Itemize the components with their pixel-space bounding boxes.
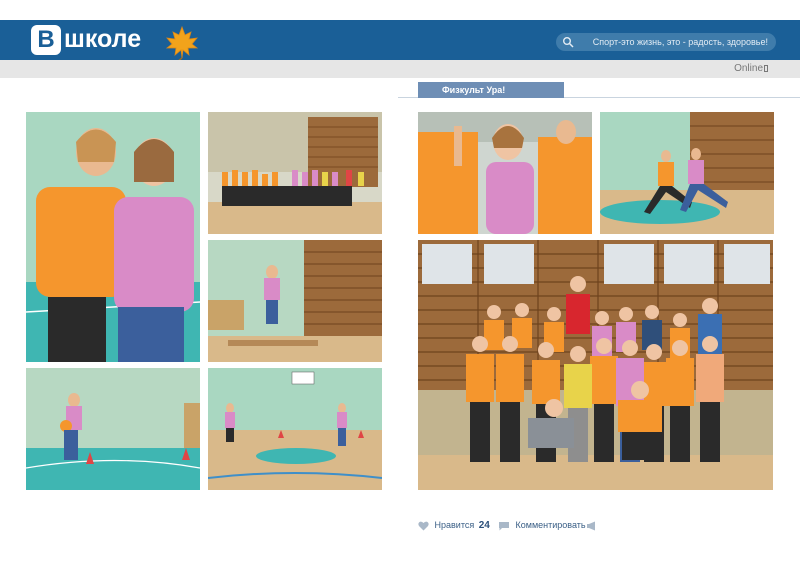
like-count: 24 xyxy=(478,520,490,531)
photo-lineup[interactable] xyxy=(208,112,382,234)
maple-leaf-icon xyxy=(165,25,199,61)
megaphone-icon xyxy=(587,521,595,531)
share-action[interactable] xyxy=(586,518,597,532)
comment-action[interactable]: Комментировать xyxy=(498,518,586,532)
online-status: Online xyxy=(734,62,768,76)
sub-bar xyxy=(0,60,800,78)
logo-text[interactable]: школе xyxy=(64,23,141,55)
top-header: В школе Спорт-это жизнь, это - радость, … xyxy=(0,20,800,61)
photo-ball-dribble[interactable] xyxy=(26,368,200,490)
like-label: Нравится xyxy=(434,520,475,530)
photo-gym-run[interactable] xyxy=(208,368,382,490)
comment-icon xyxy=(499,521,509,531)
photo-girl-waving[interactable] xyxy=(418,112,592,234)
album-tab[interactable]: Физкульт Ура! xyxy=(418,82,564,98)
like-action[interactable]: Нравится 24 xyxy=(418,518,490,533)
heart-icon xyxy=(418,521,429,531)
photo-group[interactable] xyxy=(418,240,773,490)
comment-label: Комментировать xyxy=(515,520,586,530)
search-text: Спорт-это жизнь, это - радость, здоровье… xyxy=(592,37,768,47)
photo-two-girls[interactable] xyxy=(26,112,200,362)
search-field[interactable]: Спорт-это жизнь, это - радость, здоровье… xyxy=(556,33,776,51)
photo-stretch[interactable] xyxy=(600,112,774,234)
photo-jump-bench[interactable] xyxy=(208,240,382,362)
logo-letter[interactable]: В xyxy=(31,25,61,55)
search-icon xyxy=(563,37,574,48)
phone-icon xyxy=(764,65,768,72)
